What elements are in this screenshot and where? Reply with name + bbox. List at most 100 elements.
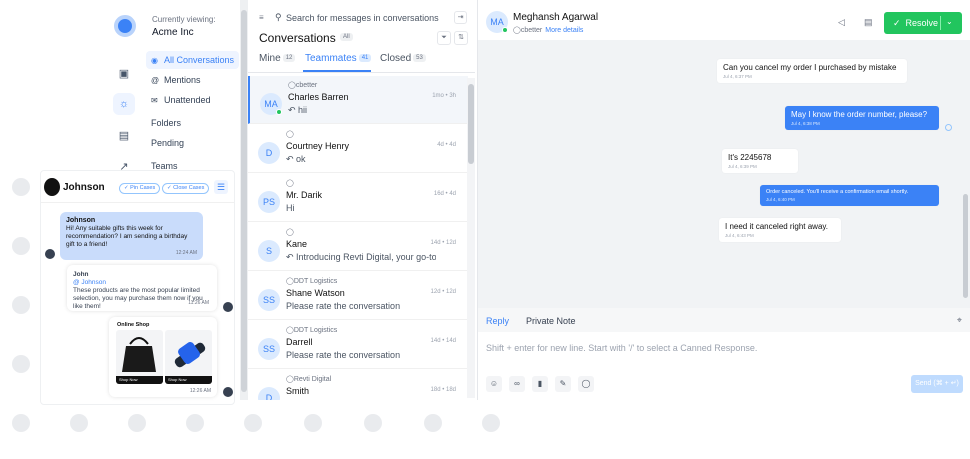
send-button[interactable]: Send (⌘ + ↵) (911, 375, 963, 393)
message-text: I need it canceled right away. (725, 222, 829, 231)
sidebar-item-label: Mentions (164, 75, 201, 85)
channel-icon: ◯ (286, 278, 294, 285)
preview-text: hii (298, 105, 308, 115)
at-icon: @ (151, 75, 160, 85)
collapse-icon[interactable]: ⇥ (454, 11, 467, 24)
expand-icon[interactable]: ⌖ (957, 315, 962, 326)
inbox-icon[interactable]: ▣ (113, 62, 135, 84)
avatar (44, 178, 60, 196)
message-text: May I know the order number, please? (791, 110, 928, 119)
microphone-icon[interactable]: ▮ (532, 376, 548, 392)
more-details-link[interactable]: More details (545, 27, 583, 34)
compose-tabs: Reply Private Note ⌖ (478, 308, 970, 332)
conversation-source: ◯cbetter (288, 81, 317, 89)
avatar: SS (258, 338, 280, 360)
tab-reply[interactable]: Reply (486, 316, 509, 326)
resolve-button[interactable]: ✓ Resolve ⌄ (884, 12, 962, 34)
conversation-source: ◯Revti Digital (286, 375, 331, 383)
contact-meta: ◯cbetter More details (513, 26, 583, 34)
avatar: MA (260, 93, 282, 115)
conversation-time: 14d • 14d (430, 338, 456, 344)
avatar-initials: S (265, 246, 272, 256)
message-thread-scrollbar[interactable] (962, 64, 970, 304)
tab-teammates[interactable]: Teammates 41 (305, 53, 372, 64)
pin-cases-button[interactable]: ✓ Pin Cases (119, 183, 161, 194)
sidebar-item-all-conversations[interactable]: ◉ All Conversations (146, 51, 239, 69)
sidebar-item-pending[interactable]: Pending (146, 134, 239, 152)
conversation-name: Shane Watson (286, 288, 345, 298)
sidebar-item-mentions[interactable]: @ Mentions (146, 71, 239, 89)
conversation-item[interactable]: D ◯ Courtney Henry ↶ ok 4d • 4d (248, 125, 468, 173)
online-indicator (276, 109, 282, 115)
shop-now-button[interactable]: Shop Now (165, 376, 212, 384)
tab-mine[interactable]: Mine 12 (259, 53, 296, 64)
conversation-list-scrollbar[interactable] (467, 78, 475, 398)
conversation-item[interactable]: S ◯ Kane ↶ Introducing Revti Digital, yo… (248, 223, 468, 271)
conversations-icon[interactable]: ☼ (113, 93, 135, 115)
sidebar-item-folders[interactable]: Folders (146, 114, 239, 132)
app-rail: ▣ ☼ ▤ ↗ (105, 0, 141, 175)
tab-private-note[interactable]: Private Note (526, 316, 576, 326)
product-card-handbag[interactable]: Shop Now (116, 330, 163, 384)
avatar: S (258, 240, 280, 262)
conversation-source: ◯DDT Logistics (286, 326, 337, 334)
attachment-icon[interactable]: ∞ (509, 376, 525, 392)
conversation-item[interactable]: D ◯Revti Digital Smith 18d • 18d (248, 370, 468, 400)
conversation-preview: ↶ hii (288, 105, 438, 116)
search-bar[interactable]: ≡ ⚲ Search for messages in conversations… (248, 8, 475, 28)
org-name[interactable]: Acme Inc (152, 27, 194, 38)
scrollbar-thumb[interactable] (241, 10, 247, 392)
channel-icon: ◯ (286, 131, 294, 138)
conversation-source: ◯ (286, 228, 294, 236)
contacts-icon[interactable]: ▤ (113, 124, 135, 146)
conversation-item[interactable]: SS ◯DDT Logistics Darrell Please rate th… (248, 321, 468, 369)
widget-contact-name: Johnson (63, 182, 105, 193)
sidebar-scrollbar[interactable] (240, 0, 248, 400)
sidebar-item-label: Folders (151, 118, 182, 128)
chevron-down-icon[interactable]: ⌄ (946, 17, 953, 26)
filter-icon[interactable]: ☰ (214, 180, 228, 194)
mute-icon[interactable]: ◁ (838, 17, 845, 28)
sidebar-item-unattended[interactable]: ✉ Unattended (146, 91, 239, 109)
message-mention[interactable]: @ Johnson (73, 279, 106, 286)
conversation-item[interactable]: MA ◯cbetter Charles Barren ↶ hii 1mo • 3… (248, 76, 468, 124)
status-badge[interactable]: All (340, 33, 353, 41)
source-label: cbetter (295, 82, 318, 89)
filter-icon[interactable]: ⏷ (437, 31, 451, 45)
whatsapp-icon: ◯ (513, 27, 521, 34)
avatar: D (258, 387, 280, 400)
message-input[interactable]: Shift + enter for new line. Start with '… (486, 343, 757, 353)
conversation-name: Kane (286, 239, 308, 249)
conversation-item[interactable]: SS ◯DDT Logistics Shane Watson Please ra… (248, 272, 468, 320)
conversation-name: Mr. Darik (286, 190, 322, 200)
contact-handle: cbetter (520, 27, 543, 34)
search-input[interactable]: Search for messages in conversations (286, 13, 439, 23)
conversation-name: Darrell (286, 337, 313, 347)
menu-icon[interactable]: ≡ (259, 13, 264, 22)
shop-now-label: Shop Now (119, 377, 138, 382)
tab-closed[interactable]: Closed 53 (380, 53, 426, 64)
conversation-time: 12d • 12d (430, 289, 456, 295)
conversation-item[interactable]: PS ◯ Mr. Darik Hi 16d • 4d (248, 174, 468, 222)
preview-text: Introducing Revti Digital, your go-to ..… (296, 252, 436, 262)
emoji-icon[interactable]: ☺ (486, 376, 502, 392)
message-time: 12:26 AM (189, 388, 211, 394)
widget-message: John @ Johnson These products are the mo… (67, 265, 217, 311)
avatar-initials: SS (262, 344, 275, 354)
scrollbar-thumb[interactable] (468, 84, 474, 164)
compose-box: Shift + enter for new line. Start with '… (478, 332, 970, 400)
sort-icon[interactable]: ⇅ (454, 31, 468, 45)
close-cases-button[interactable]: ✓ Close Cases (162, 183, 210, 194)
source-label: DDT Logistics (293, 327, 338, 334)
shop-now-button[interactable]: Shop Now (116, 376, 163, 384)
app-logo[interactable] (114, 15, 136, 37)
avatar: D (258, 142, 280, 164)
archive-icon[interactable]: ▤ (864, 17, 873, 28)
message-time: Jul 4, 6:37 PM (723, 74, 752, 79)
product-card-watch[interactable]: Shop Now (165, 330, 212, 384)
whatsapp-icon[interactable]: ◯ (578, 376, 594, 392)
divider (248, 72, 475, 73)
scrollbar-thumb[interactable] (963, 194, 968, 298)
tab-label: Teammates (305, 53, 357, 64)
signature-icon[interactable]: ✎ (555, 376, 571, 392)
